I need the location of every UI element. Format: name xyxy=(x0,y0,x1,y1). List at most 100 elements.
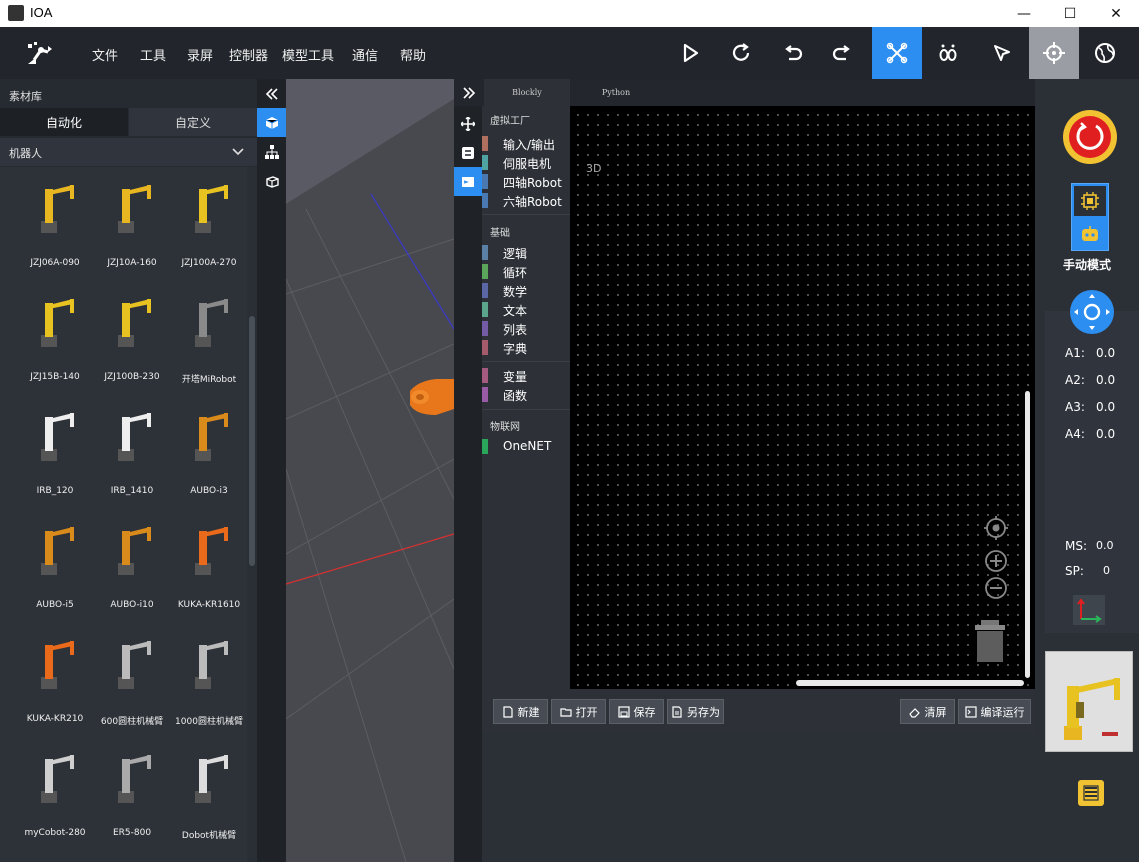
footprint-button[interactable] xyxy=(923,27,973,79)
new-button[interactable]: 新建 xyxy=(493,699,548,724)
refresh-button[interactable] xyxy=(716,27,766,79)
redo-button[interactable] xyxy=(818,27,868,79)
save-button[interactable]: 保存 xyxy=(609,699,664,724)
undo-button[interactable] xyxy=(767,27,817,79)
pointer-button[interactable] xyxy=(977,27,1027,79)
close-button[interactable]: ✕ xyxy=(1093,0,1139,27)
log-panel-button[interactable] xyxy=(1078,780,1104,806)
robot-thumbnail xyxy=(195,527,228,575)
toolbox-category[interactable]: 函数 xyxy=(482,385,570,404)
robot-card[interactable]: JZJ10A-160 xyxy=(93,175,171,275)
crosshair-button[interactable] xyxy=(1029,27,1079,79)
recenter-button[interactable] xyxy=(984,516,1008,540)
menu-record[interactable]: 录屏 xyxy=(187,45,213,64)
mode-label: 手动模式 xyxy=(1062,258,1111,272)
robot-card[interactable]: AUBO-i5 xyxy=(16,517,94,617)
hierarchy-button[interactable] xyxy=(257,137,286,166)
maximize-button[interactable]: ☐ xyxy=(1047,0,1093,27)
mode-switch[interactable] xyxy=(1071,183,1109,251)
model-library-button[interactable] xyxy=(257,108,286,137)
robot-face-icon xyxy=(1082,226,1098,241)
robot-card[interactable]: Dobot机械臂 xyxy=(170,745,247,845)
3d-scene[interactable] xyxy=(286,79,454,862)
robot-card[interactable]: 开塔MiRobot xyxy=(170,289,247,389)
move-button[interactable] xyxy=(454,109,482,138)
code-editor-button[interactable] xyxy=(454,167,482,196)
globe-button[interactable] xyxy=(1080,27,1130,79)
toolbox-category[interactable]: 数学 xyxy=(482,281,570,300)
collapse-left-button[interactable] xyxy=(257,79,286,108)
cube-icon xyxy=(265,116,278,129)
manual-mode-option[interactable] xyxy=(1074,219,1106,249)
trash-can[interactable] xyxy=(973,618,1007,664)
toolbox-category[interactable]: 循环 xyxy=(482,262,570,281)
robot-thumbnail xyxy=(41,413,74,461)
toolbox-group-heading: 虚拟工厂 xyxy=(490,116,530,127)
compile-run-button[interactable]: 编译运行 xyxy=(958,699,1031,724)
tab-automation[interactable]: 自动化 xyxy=(0,108,128,136)
clear-screen-button[interactable]: 清屏 xyxy=(900,699,955,724)
robot-card[interactable]: JZJ15B-140 xyxy=(16,289,94,389)
axis-value: 0.0 xyxy=(1096,346,1116,360)
robot-section-header[interactable]: 机器人 xyxy=(0,138,257,166)
zoom-out-button[interactable] xyxy=(984,576,1008,600)
toolbox-category[interactable]: 列表 xyxy=(482,319,570,338)
toolbox-category[interactable]: 四轴Robot xyxy=(482,172,570,191)
category-color-bar xyxy=(482,387,488,402)
robot-card[interactable]: AUBO-i10 xyxy=(93,517,171,617)
menu-tools[interactable]: 工具 xyxy=(140,45,166,64)
toolbox-category[interactable]: 逻辑 xyxy=(482,243,570,262)
toolbox-category[interactable]: 变量 xyxy=(482,366,570,385)
save-as-button[interactable]: 另存为 xyxy=(667,699,724,724)
auto-mode-option[interactable] xyxy=(1074,186,1106,216)
blockly-workspace[interactable]: 3D xyxy=(570,106,1035,689)
toolbox-category[interactable]: 文本 xyxy=(482,300,570,319)
menu-help[interactable]: 帮助 xyxy=(400,45,426,64)
robot-card[interactable]: JZJ100A-270 xyxy=(170,175,247,275)
robot-card[interactable]: AUBO-i3 xyxy=(170,403,247,503)
category-color-bar xyxy=(482,283,488,298)
robot-card[interactable]: KUKA-KR210 xyxy=(16,631,94,731)
menu-file[interactable]: 文件 xyxy=(92,45,118,64)
category-label: 六轴Robot xyxy=(503,195,562,209)
robot-card[interactable]: 1000圆柱机械臂 xyxy=(170,631,247,731)
toolbox-category[interactable]: 伺服电机 xyxy=(482,153,570,172)
emergency-stop-button[interactable] xyxy=(1062,109,1118,165)
3d-viewport[interactable] xyxy=(286,79,454,862)
robot-name: Dobot机械臂 xyxy=(181,831,237,841)
toolbox-category[interactable]: 输入/输出 xyxy=(482,134,570,153)
robot-card[interactable]: ER5-800 xyxy=(93,745,171,845)
workspace-vertical-scrollbar[interactable] xyxy=(1025,391,1030,678)
workspace-horizontal-scrollbar[interactable] xyxy=(796,680,1024,686)
toolbox-category[interactable]: 字典 xyxy=(482,338,570,357)
robot-card[interactable]: JZJ06A-090 xyxy=(16,175,94,275)
tab-blockly[interactable]: Blockly xyxy=(484,79,570,106)
jog-control[interactable] xyxy=(1069,289,1115,335)
toolbox-category[interactable]: 六轴Robot xyxy=(482,191,570,210)
tab-custom[interactable]: 自定义 xyxy=(129,108,257,136)
coordinate-frame-button[interactable] xyxy=(1073,595,1105,625)
menu-communication[interactable]: 通信 xyxy=(352,45,378,64)
robot-card[interactable]: KUKA-KR1610 xyxy=(170,517,247,617)
open-button[interactable]: 打开 xyxy=(551,699,606,724)
drone-button[interactable] xyxy=(872,27,922,79)
category-color-bar xyxy=(482,136,488,151)
robot-card[interactable]: 600圆柱机械臂 xyxy=(93,631,171,731)
run-button[interactable] xyxy=(665,27,715,79)
tab-python[interactable]: Python xyxy=(570,79,662,106)
zoom-in-button[interactable] xyxy=(984,549,1008,573)
minimize-button[interactable]: — xyxy=(1001,0,1047,27)
robot-card[interactable]: JZJ100B-230 xyxy=(93,289,171,389)
storage-button[interactable] xyxy=(454,138,482,167)
collapse-editor-button[interactable] xyxy=(454,79,483,106)
library-scroll-thumb[interactable] xyxy=(249,316,255,566)
robot-card[interactable]: IRB_120 xyxy=(16,403,94,503)
scene-objects-button[interactable] xyxy=(257,166,286,195)
double-chevron-left-icon xyxy=(265,87,278,100)
menu-model-tools[interactable]: 模型工具 xyxy=(282,45,334,64)
robot-card[interactable]: myCobot-280 xyxy=(16,745,94,845)
robot-card[interactable]: IRB_1410 xyxy=(93,403,171,503)
toolbox-category[interactable]: OneNET xyxy=(482,437,570,456)
run-icon xyxy=(683,43,699,63)
menu-controller[interactable]: 控制器 xyxy=(229,45,268,64)
